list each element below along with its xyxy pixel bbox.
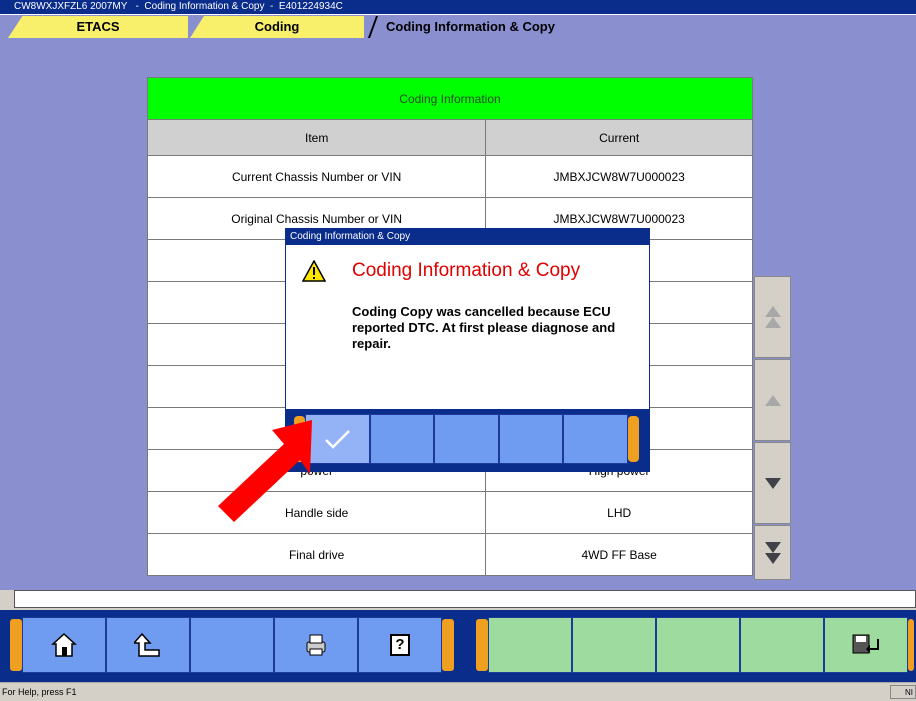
table-title: Coding Information: [147, 77, 753, 120]
help-button[interactable]: ?: [358, 617, 442, 673]
row-current: JMBXJCW8W7U000023: [485, 155, 753, 198]
dialog-body: Coding Information & Copy Coding Copy wa…: [286, 246, 649, 408]
toolbar-group-right: [476, 617, 914, 673]
toolbar-cap: [442, 619, 454, 671]
scroll-page-down-button[interactable]: [754, 525, 791, 580]
home-icon: [51, 632, 77, 657]
dialog-message: Coding Copy was cancelled because ECU re…: [352, 304, 616, 351]
tab-coding-information-copy[interactable]: Coding Information & Copy: [378, 16, 606, 38]
tab-coding-information-copy-label: Coding Information & Copy: [386, 19, 555, 34]
dialog-heading: Coding Information & Copy: [352, 260, 581, 281]
row-current: 4WD FF Base: [485, 533, 753, 576]
home-button[interactable]: [22, 617, 106, 673]
help-icon: ?: [390, 634, 410, 656]
tab-etacs[interactable]: ETACS: [8, 16, 188, 38]
window-title-bar: CW8WXJXFZL6 2007MY - Coding Information …: [0, 0, 916, 14]
tab-coding[interactable]: Coding: [190, 16, 364, 38]
double-down-arrow-icon: [764, 541, 781, 564]
toolbar-green-button-1[interactable]: [488, 617, 572, 673]
dialog-button-bar: [286, 409, 649, 471]
status-indicator: NI: [890, 685, 916, 699]
message-strip: [14, 590, 916, 608]
toolbar-cap: [10, 619, 22, 671]
column-header-item: Item: [146, 119, 487, 156]
toolbar-green-button-3[interactable]: [656, 617, 740, 673]
dialog-bar-cap-right: [627, 416, 639, 462]
toolbar-empty-button[interactable]: [190, 617, 274, 673]
status-bar: For Help, press F1 NI: [0, 682, 916, 700]
scroll-down-button[interactable]: [754, 442, 791, 524]
tab-separator: [367, 16, 379, 38]
toolbar-green-button-4[interactable]: [740, 617, 824, 673]
coding-copy-dialog: Coding Information & Copy Coding Informa…: [285, 228, 650, 472]
dialog-button-4[interactable]: [498, 414, 564, 464]
status-text: For Help, press F1: [2, 687, 77, 697]
back-button[interactable]: [106, 617, 190, 673]
dialog-button-2[interactable]: [369, 414, 435, 464]
toolbar-group-left: ?: [10, 617, 454, 673]
tab-etacs-label: ETACS: [76, 19, 120, 34]
scroll-up-button[interactable]: [754, 359, 791, 441]
printer-icon: [306, 634, 326, 656]
checkmark-icon: [325, 430, 351, 449]
toolbar-cap: [476, 619, 488, 671]
toolbar-green-button-2[interactable]: [572, 617, 656, 673]
tab-strip: ETACS Coding Coding Information & Copy: [0, 14, 916, 38]
back-icon: [134, 632, 160, 657]
column-header-current: Current: [485, 119, 753, 156]
table-row[interactable]: Final drive 4WD FF Base: [146, 533, 753, 576]
print-button[interactable]: [274, 617, 358, 673]
dialog-button-3[interactable]: [434, 414, 499, 464]
row-item: Current Chassis Number or VIN: [146, 155, 487, 198]
table-row[interactable]: Current Chassis Number or VIN JMBXJCW8W7U…: [146, 155, 753, 198]
scroll-page-up-button[interactable]: [754, 276, 791, 358]
toolbar-cap: [908, 619, 914, 671]
save-exit-icon: [852, 634, 879, 654]
warning-icon: [302, 260, 326, 282]
bottom-toolbar: ?: [0, 610, 916, 682]
red-arrow-icon: [218, 420, 312, 522]
double-up-arrow-icon: [764, 306, 781, 328]
row-item: Final drive: [146, 533, 487, 576]
down-arrow-icon: [764, 477, 781, 489]
tab-coding-label: Coding: [254, 19, 300, 34]
up-arrow-icon: [764, 394, 781, 406]
row-current: LHD: [485, 491, 753, 534]
dialog-title-bar: Coding Information & Copy: [286, 229, 649, 245]
save-exit-button[interactable]: [824, 617, 908, 673]
dialog-button-5[interactable]: [563, 414, 628, 464]
